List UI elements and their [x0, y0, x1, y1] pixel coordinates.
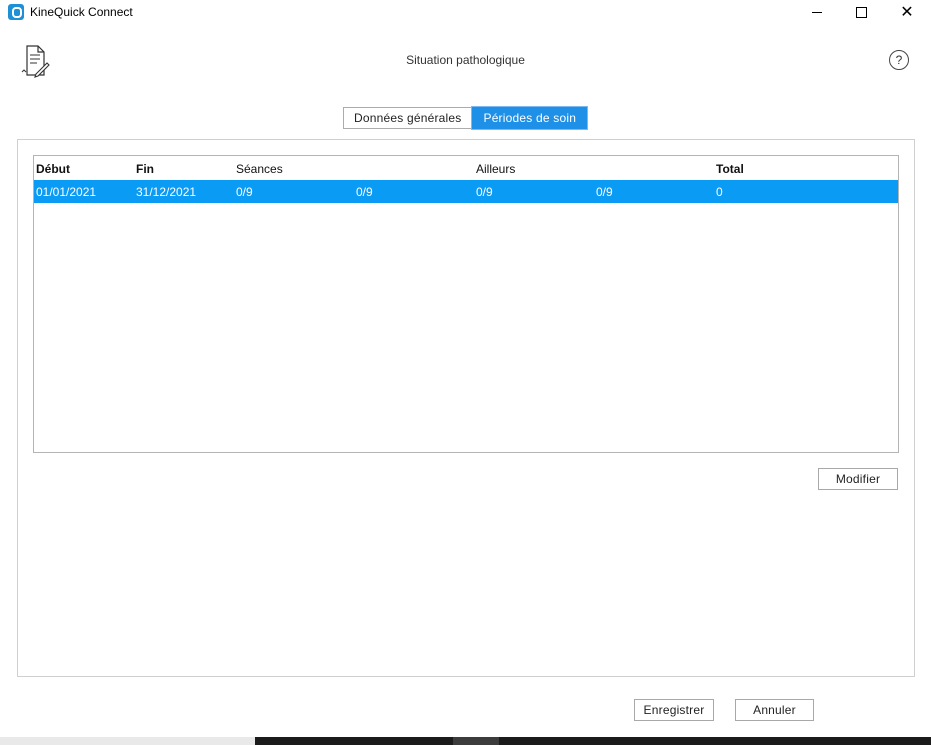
close-button[interactable]: ✕ — [884, 0, 930, 24]
column-header-seances[interactable]: Séances — [236, 162, 283, 176]
cell-debut: 01/01/2021 — [36, 185, 97, 199]
column-header-ailleurs[interactable]: Ailleurs — [476, 162, 515, 176]
cell-ailleurs-a: 0/9 — [476, 185, 493, 199]
cell-seances-a: 0/9 — [236, 185, 253, 199]
cell-ailleurs-b: 0/9 — [596, 185, 613, 199]
taskbar — [255, 737, 931, 745]
column-header-total[interactable]: Total — [716, 162, 744, 176]
window-title: KineQuick Connect — [30, 5, 133, 19]
taskbar-item[interactable] — [453, 737, 499, 745]
cell-fin: 31/12/2021 — [136, 185, 197, 199]
maximize-icon — [855, 6, 867, 18]
cell-total: 0 — [716, 185, 723, 199]
app-icon — [8, 4, 24, 20]
cell-seances-b: 0/9 — [356, 185, 373, 199]
dialog-title: Situation pathologique — [406, 53, 525, 67]
table-header: Début Fin Séances Ailleurs Total — [34, 156, 898, 180]
tab-periodes-de-soin[interactable]: Périodes de soin — [471, 106, 589, 130]
save-button[interactable]: Enregistrer — [634, 699, 714, 721]
dialog-header: Situation pathologique ? — [0, 24, 931, 94]
cancel-button[interactable]: Annuler — [735, 699, 814, 721]
tab-donnees-generales[interactable]: Données générales — [343, 107, 473, 129]
help-button[interactable]: ? — [889, 50, 909, 70]
modify-button[interactable]: Modifier — [818, 468, 898, 490]
minimize-icon — [812, 11, 822, 13]
title-bar: KineQuick Connect ✕ — [0, 0, 931, 24]
periods-table: Début Fin Séances Ailleurs Total 01/01/2… — [33, 155, 899, 453]
minimize-button[interactable] — [794, 0, 840, 24]
column-header-debut[interactable]: Début — [36, 162, 70, 176]
column-header-fin[interactable]: Fin — [136, 162, 154, 176]
table-row[interactable]: 01/01/2021 31/12/2021 0/9 0/9 0/9 0/9 0 — [34, 180, 898, 203]
tab-bar: Données générales Périodes de soin — [343, 106, 589, 130]
maximize-button[interactable] — [838, 0, 884, 24]
background-strip — [0, 737, 255, 745]
close-icon: ✕ — [900, 2, 914, 21]
